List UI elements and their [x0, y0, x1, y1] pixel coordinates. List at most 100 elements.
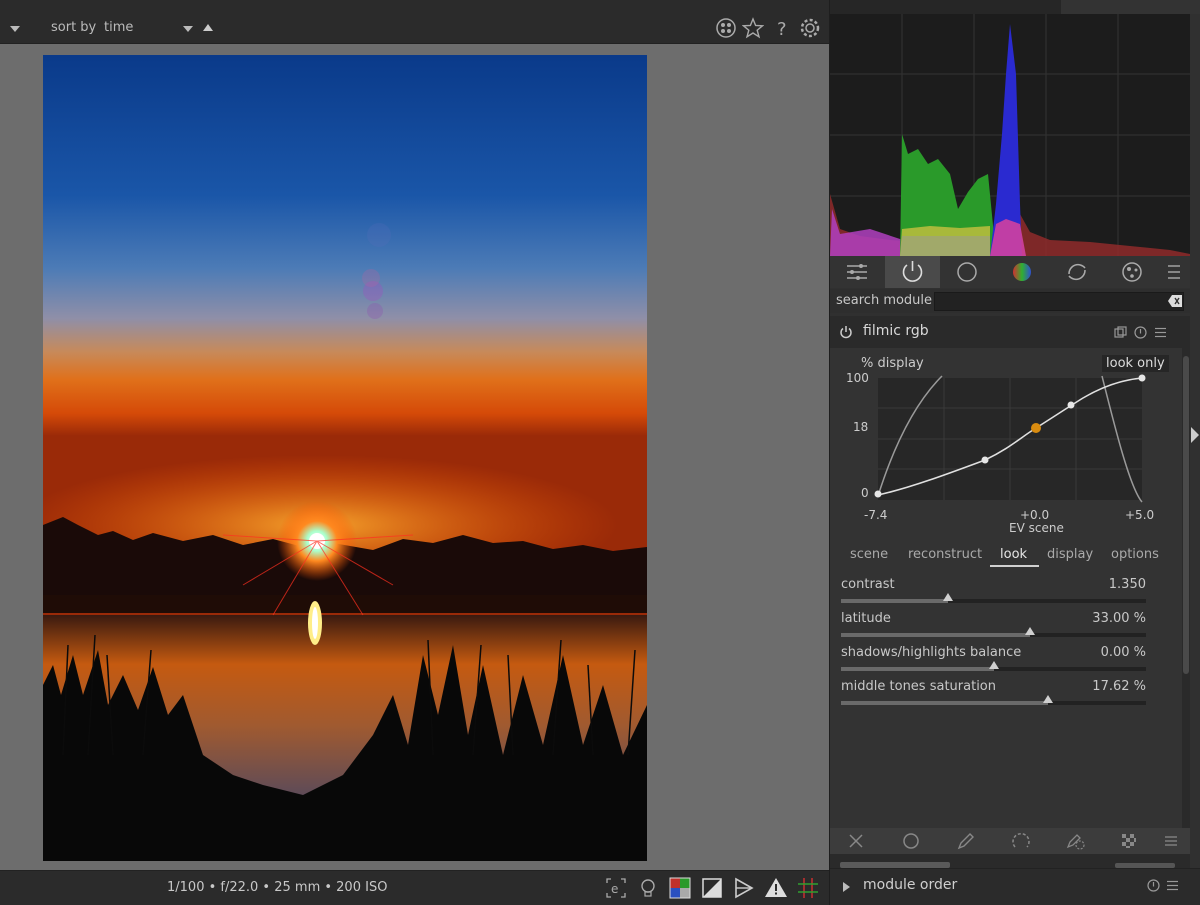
- module-order-header[interactable]: module order: [830, 868, 1200, 905]
- bottom-toolbar: 1/100 • f/22.0 • 25 mm • 200 ISO e: [0, 870, 829, 905]
- color-assessment-icon[interactable]: [668, 876, 692, 900]
- star-icon[interactable]: [742, 17, 764, 39]
- slider-thumb[interactable]: [942, 593, 953, 601]
- search-input[interactable]: [934, 292, 1184, 311]
- sort-value[interactable]: time: [104, 20, 133, 35]
- slider-thumb[interactable]: [1043, 695, 1054, 703]
- slider-value: 0.00 %: [1100, 645, 1146, 660]
- slider-value: 17.62 %: [1092, 679, 1146, 694]
- gear-icon[interactable]: [799, 17, 821, 39]
- module-header[interactable]: filmic rgb: [830, 316, 1182, 348]
- gamut-check-icon[interactable]: [732, 876, 756, 900]
- mask-toolbar: [830, 828, 1190, 854]
- x-tick-max: +5.0: [1125, 508, 1155, 522]
- tab-reconstruct[interactable]: reconstruct: [908, 547, 982, 562]
- multi-instance-icon[interactable]: [1114, 326, 1127, 339]
- middle-tones-saturation-slider[interactable]: middle tones saturation 17.62 %: [841, 679, 1146, 707]
- slider-label: shadows/highlights balance: [841, 645, 1022, 660]
- help-icon[interactable]: ?: [771, 17, 793, 39]
- panel-scrollbar[interactable]: [1182, 316, 1190, 828]
- menu-icon[interactable]: [1150, 256, 1190, 288]
- expand-triangle-icon[interactable]: [843, 882, 850, 892]
- slider-value: 1.350: [1108, 577, 1146, 592]
- look-only-button[interactable]: look only: [1102, 355, 1169, 372]
- svg-text:?: ?: [777, 19, 787, 39]
- circle-icon[interactable]: [940, 256, 995, 288]
- power-icon[interactable]: [885, 256, 940, 288]
- module-title: filmic rgb: [863, 323, 929, 339]
- sort-select[interactable]: time: [104, 20, 133, 35]
- tab-display[interactable]: display: [1047, 547, 1093, 562]
- sort-order-icon[interactable]: [203, 24, 213, 31]
- latitude-slider[interactable]: latitude 33.00 %: [841, 611, 1146, 639]
- module-order-menu-icon[interactable]: [1166, 879, 1179, 892]
- sort-by: sort by: [51, 20, 96, 35]
- right-panel: search module filmic rgb % display look …: [829, 0, 1200, 905]
- correct-icon[interactable]: [1050, 256, 1105, 288]
- slider-label: contrast: [841, 577, 895, 592]
- top-strip-segment: [1061, 0, 1200, 14]
- y-tick-100: 100: [846, 371, 869, 385]
- slider-fill: [841, 701, 1049, 705]
- search-module: search module: [830, 289, 1190, 313]
- uniform-mask-icon[interactable]: [900, 830, 922, 852]
- focus-peaking-icon[interactable]: e: [604, 876, 628, 900]
- raster-mask-icon[interactable]: [1118, 830, 1140, 852]
- parametric-mask-icon[interactable]: [1010, 830, 1032, 852]
- search-label: search module: [836, 293, 933, 308]
- drawn-parametric-mask-icon[interactable]: [1065, 830, 1087, 852]
- tab-look[interactable]: look: [989, 547, 1040, 567]
- module-order-label: module order: [863, 877, 958, 893]
- presets-menu-icon[interactable]: [1154, 326, 1167, 339]
- partial-module-header: [830, 854, 1190, 868]
- reset-icon[interactable]: [1134, 326, 1147, 339]
- x-tick-min: -7.4: [864, 508, 888, 522]
- drawn-mask-icon[interactable]: [955, 830, 977, 852]
- histogram-canvas: [830, 14, 1190, 256]
- softproof-icon[interactable]: [700, 876, 724, 900]
- svg-text:e: e: [611, 882, 618, 896]
- color-labels-icon[interactable]: [715, 17, 737, 39]
- y-tick-18: 18: [853, 420, 869, 434]
- tab-options[interactable]: options: [1111, 547, 1159, 562]
- slider-fill: [841, 599, 948, 603]
- contrast-slider[interactable]: contrast 1.350: [841, 577, 1146, 605]
- sort-dropdown-icon[interactable]: [183, 26, 193, 32]
- clear-icon[interactable]: [1168, 295, 1182, 307]
- histogram[interactable]: [830, 14, 1190, 256]
- panel-collapse-arrow-icon[interactable]: [1190, 426, 1200, 444]
- filmic-curve-graph[interactable]: % display look only 100 18 0 -7.4 +0.0 +…: [830, 348, 1182, 538]
- bulb-icon[interactable]: [636, 876, 660, 900]
- slider-label: middle tones saturation: [841, 679, 997, 694]
- guides-icon[interactable]: [796, 876, 820, 900]
- exif-info: 1/100 • f/22.0 • 25 mm • 200 ISO: [167, 880, 388, 895]
- close-icon[interactable]: [845, 830, 867, 852]
- collapse-triangle-icon[interactable]: [10, 26, 20, 32]
- top-toolbar: sort by time ?: [0, 0, 829, 44]
- warning-icon[interactable]: [764, 876, 788, 900]
- x-tick-mid: +0.0: [1020, 508, 1050, 522]
- presets-icon[interactable]: [830, 256, 885, 288]
- module-group-tabs: [830, 256, 1190, 288]
- filmic-tabs: scene reconstruct look display options: [830, 544, 1182, 570]
- mask-menu-icon[interactable]: [1160, 830, 1182, 852]
- module-power-icon[interactable]: [839, 325, 853, 339]
- slider-value: 33.00 %: [1092, 611, 1146, 626]
- center-view: [0, 44, 829, 870]
- slider-thumb[interactable]: [1025, 627, 1036, 635]
- sunset-photo[interactable]: [43, 55, 647, 861]
- x-axis-title: EV scene: [1009, 521, 1064, 535]
- tab-scene[interactable]: scene: [850, 547, 888, 562]
- module-order-reset-icon[interactable]: [1147, 879, 1160, 892]
- top-strip: [830, 0, 1200, 14]
- color-icon[interactable]: [995, 256, 1050, 288]
- filmic-module: filmic rgb % display look only 100 18 0 …: [830, 316, 1182, 828]
- y-axis-title: % display: [861, 356, 924, 371]
- slider-fill: [841, 633, 1031, 637]
- slider-thumb[interactable]: [988, 661, 999, 669]
- shadows-highlights-balance-slider[interactable]: shadows/highlights balance 0.00 %: [841, 645, 1146, 673]
- y-tick-0: 0: [861, 486, 869, 500]
- slider-fill: [841, 667, 994, 671]
- photo-canvas: [43, 55, 647, 861]
- scrollbar-handle[interactable]: [1183, 356, 1189, 674]
